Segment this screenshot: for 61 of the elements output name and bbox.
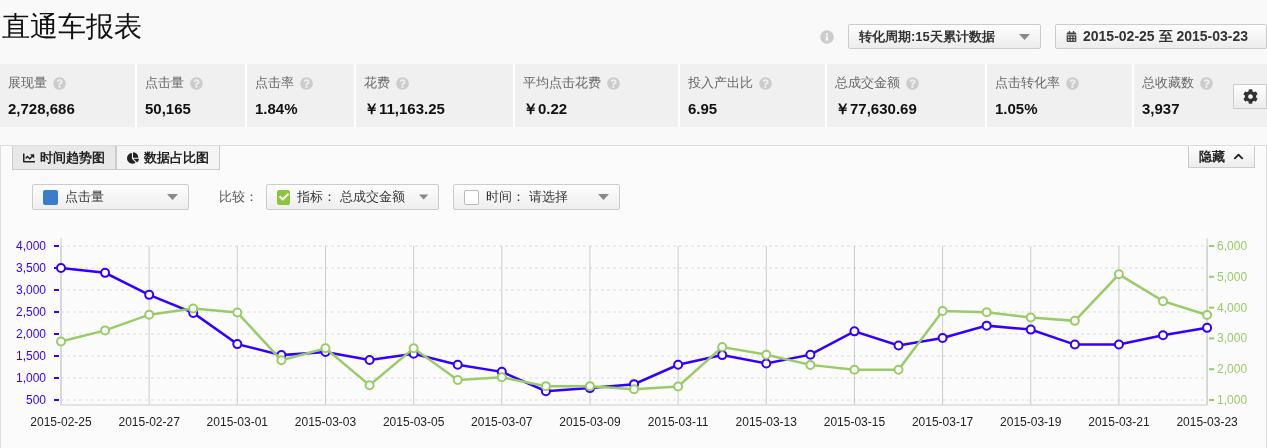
compare-label: 比较：: [219, 188, 258, 206]
axis-label: 2015-03-17: [911, 415, 974, 429]
axis-label: 2015-02-25: [30, 415, 92, 429]
metric-value: 1.84%: [255, 100, 299, 117]
axis-label: 1,000: [1209, 393, 1248, 407]
axis-label: 4,000: [15, 239, 59, 253]
y-tick-label: 2,500: [15, 305, 47, 319]
axis-label: 2015-03-15: [823, 415, 886, 429]
y-tick-label: 2,000: [15, 327, 47, 341]
axis-label: 2,500: [15, 305, 59, 319]
y2-tick-label: 5,000: [1217, 269, 1248, 284]
axis-label: 500: [25, 393, 59, 407]
metric-label: 点击转化率: [995, 74, 1060, 92]
metric-label: 点击率: [255, 74, 294, 92]
axis-label: 6,000: [1209, 239, 1248, 253]
axis-label: 2015-03-13: [735, 415, 797, 429]
axis-label: 2015-03-23: [1176, 415, 1238, 429]
metric-label: 展现量: [8, 74, 47, 92]
metric-label: 总收藏数: [1142, 74, 1194, 92]
axis-label: 2015-03-05: [382, 415, 445, 429]
metric-value: ￥77,630.69: [835, 100, 918, 119]
metric-value: 6.95: [688, 100, 719, 117]
axis-label: 2015-03-03: [294, 415, 357, 429]
y-tick-label: 4,000: [15, 239, 47, 253]
y2-tick-label: 4,000: [1217, 300, 1248, 315]
metric-value: 3,937: [1142, 100, 1181, 117]
metric-label: 总成交金额: [835, 74, 900, 92]
metric-label: 投入产出比: [688, 74, 753, 92]
axis-label: 3,000: [15, 283, 59, 297]
metric-label: 平均点击花费: [523, 74, 601, 92]
axis-label: 2015-03-01: [206, 415, 268, 429]
y-tick-label: 3,500: [15, 261, 47, 275]
page-title: 直通车报表: [2, 10, 142, 44]
axis-label: 2,000: [1209, 362, 1248, 377]
y2-tick-label: 2,000: [1217, 362, 1248, 377]
metric-value: 1.05%: [995, 100, 1039, 117]
y-tick-label: 3,000: [15, 283, 47, 297]
axis-label: 1,500: [15, 349, 59, 363]
y2-tick-label: 1,000: [1217, 393, 1248, 407]
axis-label: 2015-02-27: [118, 415, 180, 429]
axis-label: 5,000: [1209, 269, 1248, 284]
metric-value: 2,728,686: [8, 100, 76, 117]
axis-label: 2015-03-19: [1000, 415, 1062, 429]
y-tick-label: 500: [25, 393, 47, 407]
y-tick-label: 1,000: [15, 371, 47, 385]
metric-value: ￥0.22: [523, 100, 569, 119]
y2-tick-label: 6,000: [1217, 239, 1248, 253]
metric-label: 花费: [364, 74, 390, 92]
axis-label: 2015-03-21: [1088, 415, 1150, 429]
metric-value: 50,165: [145, 100, 192, 117]
metric-value: ￥11,163.25: [364, 100, 446, 119]
axis-label: 2015-03-07: [471, 415, 533, 429]
axis-label: 4,000: [1209, 300, 1248, 315]
y2-tick-label: 3,000: [1217, 331, 1248, 346]
axis-label: 2015-03-09: [559, 415, 621, 429]
axis-label: 3,000: [1209, 331, 1248, 346]
y-tick-label: 1,500: [15, 349, 47, 363]
axis-label: 1,000: [15, 371, 59, 385]
axis-label: 2015-03-11: [647, 415, 709, 429]
metric-label: 点击量: [145, 74, 184, 92]
axis-label: 2,000: [15, 327, 59, 341]
